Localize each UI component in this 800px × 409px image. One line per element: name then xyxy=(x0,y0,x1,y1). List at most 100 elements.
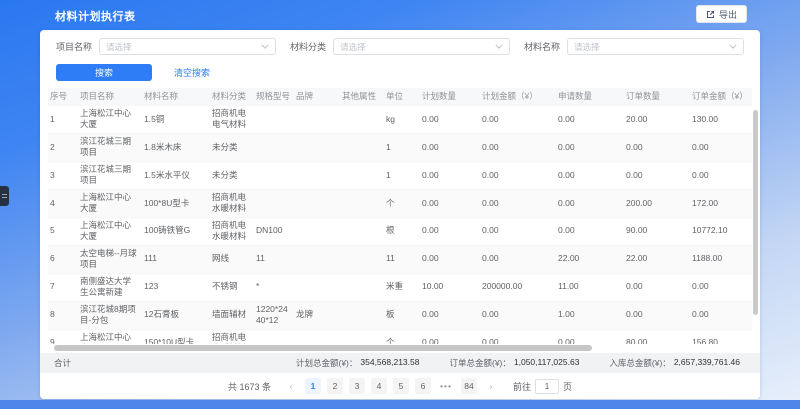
table-cell: 龙牌 xyxy=(294,307,340,322)
column-header: 序号 xyxy=(48,89,78,104)
table-cell: 11.00 xyxy=(556,279,624,294)
table-cell: 0.00 xyxy=(420,223,480,238)
search-button[interactable]: 搜索 xyxy=(56,64,152,81)
table-cell: 0.00 xyxy=(624,307,690,322)
column-header: 其他属性 xyxy=(340,89,384,104)
category-select[interactable]: 请选择 xyxy=(333,38,510,55)
table-cell: * xyxy=(254,279,294,294)
table-row[interactable]: 9上海松江中心大厦150*10U型卡招商机电 水暖材料个0.000.000.00… xyxy=(48,330,752,345)
table-row[interactable]: 1上海松江中心大厦1.5铜招商机电 电气材料kg0.000.000.0020.0… xyxy=(48,106,752,134)
column-header: 规格型号 xyxy=(254,89,294,104)
chevron-down-icon xyxy=(729,44,737,49)
page-button-6[interactable]: 6 xyxy=(415,378,431,394)
clear-search-link[interactable]: 清空搜索 xyxy=(174,66,210,79)
table-cell: 1 xyxy=(384,168,420,183)
table-cell xyxy=(254,201,294,205)
summary-total-label: 合计 xyxy=(54,357,71,369)
table-cell: 0.00 xyxy=(480,168,556,183)
filter-material: 材料名称 请选择 xyxy=(524,38,744,55)
table-row[interactable]: 4上海松江中心大厦100*8U型卡招商机电 水暖材料个0.000.000.002… xyxy=(48,190,752,218)
table-header-row: 序号项目名称材料名称材料分类规格型号品牌其他属性单位计划数量计划金额（¥）申请数… xyxy=(48,88,752,106)
table-cell: 根 xyxy=(384,223,420,238)
table-row[interactable]: 8滨江花城8期项目-分包12石膏板墙面辅材1220*2440*12龙牌板0.00… xyxy=(48,302,752,330)
table-cell: 22.00 xyxy=(624,251,690,266)
table-cell: 123 xyxy=(142,279,210,294)
table-cell xyxy=(254,173,294,177)
table-cell: 不锈钢 xyxy=(210,279,254,294)
table-cell xyxy=(340,117,384,121)
export-button[interactable]: 导出 xyxy=(696,5,747,23)
page-button-84[interactable]: 84 xyxy=(461,378,477,394)
page-button-3[interactable]: 3 xyxy=(349,378,365,394)
table-cell: 个 xyxy=(384,196,420,211)
table-cell: 未分类 xyxy=(210,168,254,183)
column-header: 订单数量 xyxy=(624,89,690,104)
next-page-button[interactable]: › xyxy=(483,378,499,394)
table-cell: 1 xyxy=(384,140,420,155)
table-row[interactable]: 5上海松江中心大厦100铸铁管G招商机电 水暖材料DN100根0.000.000… xyxy=(48,218,752,246)
table-cell: 招商机电 水暖材料 xyxy=(210,218,254,245)
table-row[interactable]: 6太空电梯--月球项目111网线11110.000.0022.0022.0011… xyxy=(48,246,752,274)
order-total-label: 订单总金额(¥)： xyxy=(449,357,510,369)
table-cell: 招商机电 电气材料 xyxy=(210,106,254,133)
table-cell xyxy=(294,117,340,121)
filter-project: 项目名称 请选择 xyxy=(56,38,276,55)
table-cell: 2 xyxy=(48,140,78,155)
table-cell: 156.80 xyxy=(690,335,752,344)
page-background: 材料计划执行表 导出 项目名称 请选择 材料分类 xyxy=(0,0,800,409)
table-cell: 1.8米木床 xyxy=(142,140,210,155)
goto-page: 前往 页 xyxy=(513,379,572,394)
page-button-2[interactable]: 2 xyxy=(327,378,343,394)
goto-page-input[interactable] xyxy=(535,379,559,394)
materials-table: 序号项目名称材料名称材料分类规格型号品牌其他属性单位计划数量计划金额（¥）申请数… xyxy=(40,88,760,344)
table-cell: 11 xyxy=(384,251,420,266)
pagination-total: 共 1673 条 xyxy=(228,380,271,393)
table-cell: 0.00 xyxy=(556,335,624,344)
table-cell: 招商机电 水暖材料 xyxy=(210,330,254,345)
project-select[interactable]: 请选择 xyxy=(99,38,276,55)
table-cell: 0.00 xyxy=(420,112,480,127)
table-cell: 1188.00 xyxy=(690,251,752,266)
table-cell: 0.00 xyxy=(480,112,556,127)
table-cell: 滨江花城8期项目-分包 xyxy=(78,302,142,329)
page-button-5[interactable]: 5 xyxy=(393,378,409,394)
table-row[interactable]: 2滨江花城三期项目1.8米木床未分类10.000.000.000.000.00 xyxy=(48,134,752,162)
table-cell: 20.00 xyxy=(624,112,690,127)
inbound-total: 入库总金额(¥)： 2,657,339,761.46 xyxy=(609,357,740,369)
table-cell: 1.00 xyxy=(556,307,624,322)
table-cell: 墙面辅材 xyxy=(210,307,254,322)
table-cell: 0.00 xyxy=(480,223,556,238)
material-select[interactable]: 请选择 xyxy=(567,38,744,55)
table-row[interactable]: 7南侧盛达大学生公寓新建123不锈钢*米重10.00200000.0011.00… xyxy=(48,274,752,302)
vertical-scrollbar[interactable] xyxy=(753,110,758,315)
page-button-1[interactable]: 1 xyxy=(305,378,321,394)
horizontal-scrollbar[interactable] xyxy=(54,345,592,351)
table-cell: 0.00 xyxy=(480,251,556,266)
plan-total: 计划总金额(¥)： 354,568,213.58 xyxy=(296,357,419,369)
table-cell: 200.00 xyxy=(624,196,690,211)
table-cell: 7 xyxy=(48,279,78,294)
project-select-placeholder: 请选择 xyxy=(106,41,132,53)
table-cell: 上海松江中心大厦 xyxy=(78,330,142,345)
table-cell: 滨江花城三期项目 xyxy=(78,162,142,189)
table-cell xyxy=(340,257,384,261)
column-header: 计划金额（¥） xyxy=(480,89,556,104)
material-select-placeholder: 请选择 xyxy=(574,41,600,53)
table-cell: 板 xyxy=(384,307,420,322)
prev-page-button[interactable]: ‹ xyxy=(283,378,299,394)
table-cell xyxy=(294,285,340,289)
table-cell: 4 xyxy=(48,196,78,211)
sidebar-collapse-handle[interactable] xyxy=(0,186,9,206)
export-label: 导出 xyxy=(719,8,737,21)
page-ellipsis: ••• xyxy=(437,378,455,394)
table-cell: 0.00 xyxy=(690,168,752,183)
table-cell: 9 xyxy=(48,335,78,344)
page-button-4[interactable]: 4 xyxy=(371,378,387,394)
horizontal-scrollbar-track xyxy=(40,344,760,353)
table-row[interactable]: 3滨江花城三期项目1.5米水平仪未分类10.000.000.000.000.00 xyxy=(48,162,752,190)
table-cell: 0.00 xyxy=(420,251,480,266)
column-header: 品牌 xyxy=(294,89,340,104)
table-cell: 0.00 xyxy=(480,335,556,344)
table-cell: 0.00 xyxy=(556,196,624,211)
content-card: 项目名称 请选择 材料分类 请选择 材料名称 xyxy=(40,30,760,399)
